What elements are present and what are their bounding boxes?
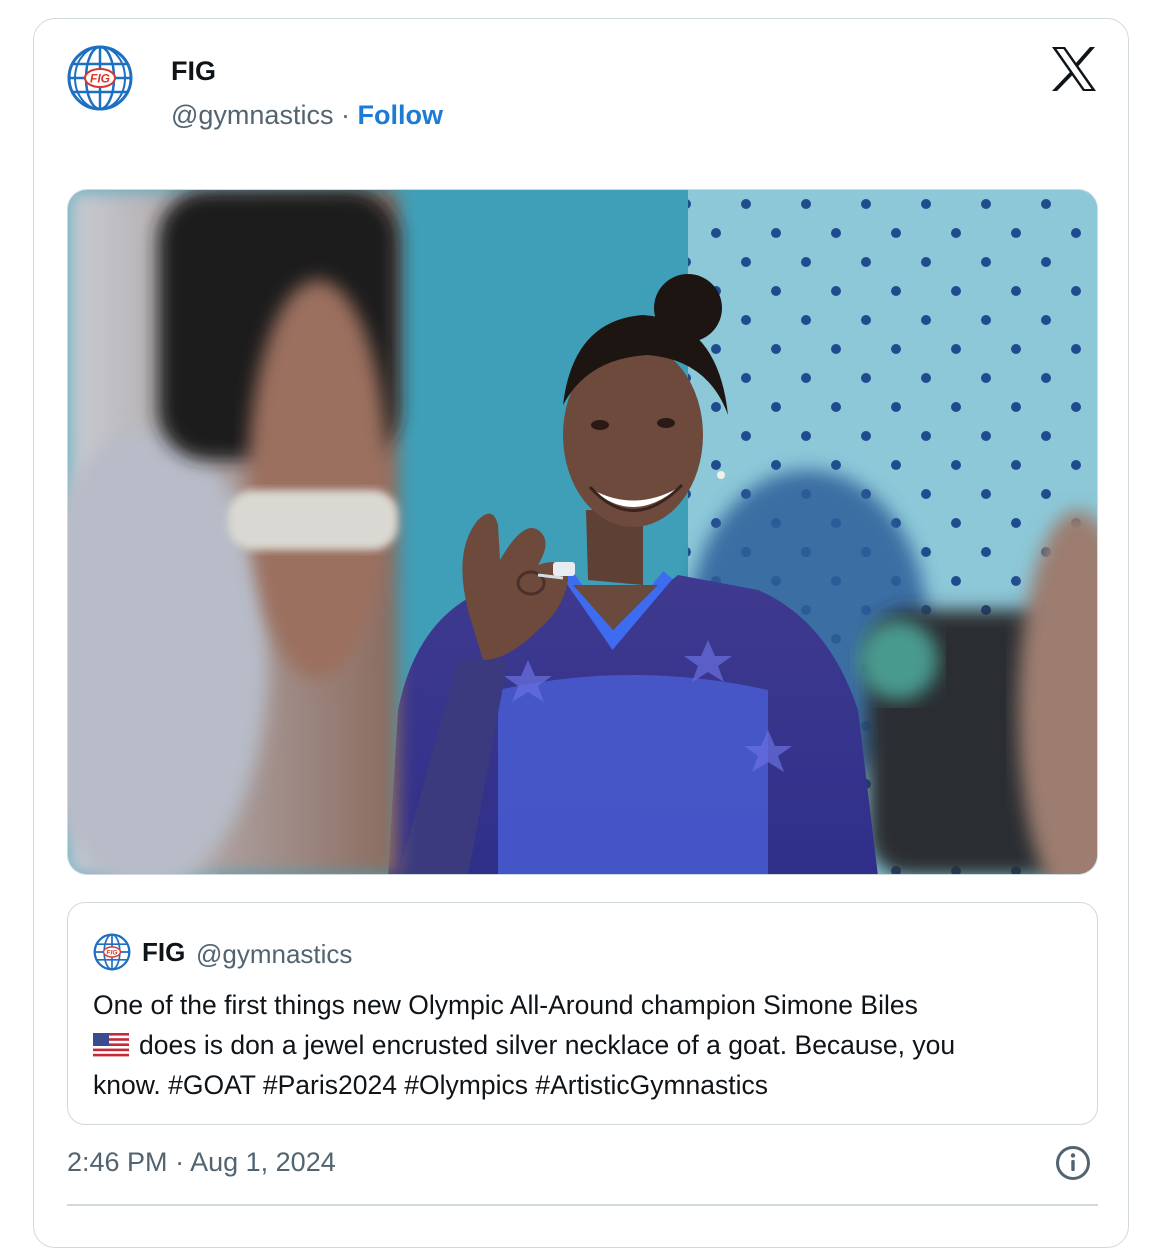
- quoted-post-text: One of the first things new Olympic All-…: [93, 985, 1078, 1105]
- follow-button[interactable]: Follow: [357, 100, 442, 130]
- post-timestamp[interactable]: 2:46 PM · Aug 1, 2024: [67, 1147, 336, 1178]
- quoted-account-name: FIG: [142, 937, 186, 967]
- handle-separator: ·: [340, 100, 350, 130]
- quoted-post[interactable]: FIG FIG @gymnastics One of the first thi…: [67, 902, 1098, 1125]
- post-photo[interactable]: [67, 189, 1098, 875]
- x-logo-icon[interactable]: [1051, 47, 1097, 91]
- account-name[interactable]: FIG: [171, 56, 216, 87]
- embedded-post-card: FIG FIG @gymnastics · Follow FIG FIG @gy…: [33, 18, 1129, 1248]
- quoted-text-line: One of the first things new Olympic All-…: [93, 990, 918, 1020]
- info-icon[interactable]: [1055, 1145, 1091, 1181]
- quoted-text-line[interactable]: know. #GOAT #Paris2024 #Olympics #Artist…: [93, 1065, 1078, 1105]
- post-time: 2:46 PM: [67, 1147, 168, 1177]
- account-handle-row: @gymnastics · Follow: [171, 100, 443, 131]
- quoted-text-line: does is don a jewel encrusted silver nec…: [139, 1030, 956, 1060]
- footer-divider: [67, 1204, 1098, 1206]
- quoted-account-handle: @gymnastics: [196, 939, 353, 969]
- post-date: Aug 1, 2024: [190, 1147, 336, 1177]
- fig-logo-small-avatar[interactable]: FIG: [93, 933, 131, 971]
- us-flag-icon: [93, 1033, 129, 1057]
- timestamp-separator: ·: [175, 1147, 185, 1177]
- gymnast-photo-illustration: [68, 190, 1097, 874]
- svg-text:FIG: FIG: [106, 950, 117, 957]
- svg-text:FIG: FIG: [90, 72, 110, 86]
- account-handle[interactable]: @gymnastics: [171, 100, 333, 130]
- quoted-text-line-with-flag: does is don a jewel encrusted silver nec…: [93, 1025, 1078, 1065]
- fig-logo-avatar[interactable]: FIG: [66, 44, 134, 112]
